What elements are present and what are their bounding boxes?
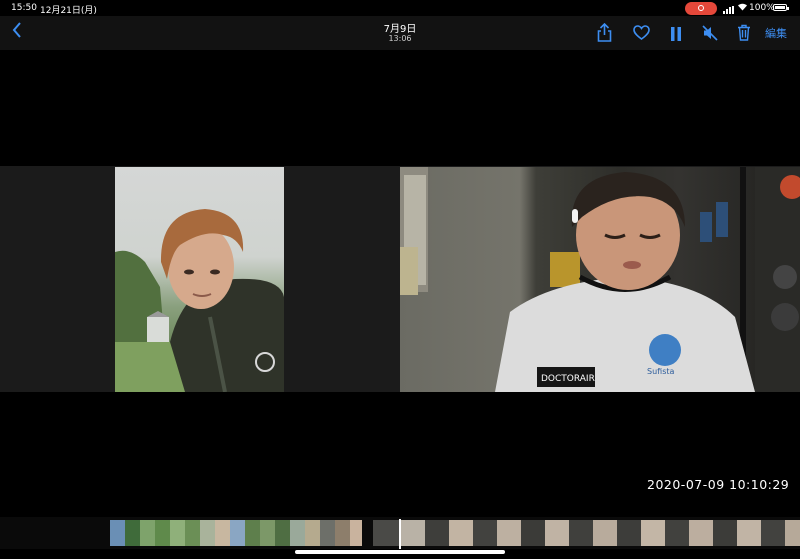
thumbnail[interactable] xyxy=(761,520,785,546)
thumbnail[interactable] xyxy=(593,520,617,546)
thumbnail[interactable] xyxy=(125,520,140,546)
share-icon xyxy=(597,22,612,42)
thumbnail[interactable] xyxy=(497,520,521,546)
page-title: 7月9日 xyxy=(383,24,417,35)
thumbnail[interactable] xyxy=(617,520,641,546)
mute-icon xyxy=(702,25,718,41)
pause-icon xyxy=(671,27,681,41)
thumbnail[interactable] xyxy=(737,520,761,546)
thumbnail[interactable] xyxy=(230,520,245,546)
thumbnail[interactable] xyxy=(401,520,425,546)
mute-button[interactable] xyxy=(702,25,718,45)
screen-recording-indicator[interactable] xyxy=(685,2,717,15)
page-subtitle: 13:06 xyxy=(388,34,412,43)
thumbnail[interactable] xyxy=(335,520,350,546)
thumbnail[interactable] xyxy=(425,520,449,546)
thumbnail[interactable] xyxy=(200,520,215,546)
shirt-badge-text: Sufista xyxy=(647,367,674,376)
chevron-left-icon xyxy=(12,22,21,38)
delete-button[interactable] xyxy=(737,24,751,45)
thumbnail[interactable] xyxy=(641,520,665,546)
thumbnail[interactable] xyxy=(245,520,260,546)
thumbnail[interactable] xyxy=(545,520,569,546)
scrubber-playhead[interactable] xyxy=(399,519,401,549)
share-button[interactable] xyxy=(597,22,612,46)
heart-icon xyxy=(633,25,650,40)
status-time: 15:50 xyxy=(11,3,37,13)
thumbnail[interactable] xyxy=(170,520,185,546)
thumbnail[interactable] xyxy=(185,520,200,546)
shirt-logo-text: DOCTORAIR xyxy=(541,374,595,384)
nav-bar: 7月9日 13:06 編集 xyxy=(0,16,800,50)
thumbnail[interactable] xyxy=(473,520,497,546)
battery-icon xyxy=(773,4,789,11)
thumbnail[interactable] xyxy=(140,520,155,546)
video-call-left-feed xyxy=(115,167,284,392)
thumbnail[interactable] xyxy=(350,520,362,546)
trash-icon xyxy=(738,24,750,41)
thumbnail[interactable] xyxy=(713,520,737,546)
filmstrip-scrubber[interactable] xyxy=(0,517,800,549)
video-timestamp: 2020-07-09 10:10:29 xyxy=(647,477,790,492)
thumbnail[interactable] xyxy=(155,520,170,546)
thumbnail[interactable] xyxy=(449,520,473,546)
thumbnail[interactable] xyxy=(785,520,800,546)
wifi-icon xyxy=(737,2,748,14)
thumbnail[interactable] xyxy=(665,520,689,546)
thumbnail[interactable] xyxy=(275,520,290,546)
home-indicator[interactable] xyxy=(295,550,505,554)
thumbnail[interactable] xyxy=(215,520,230,546)
back-button[interactable] xyxy=(12,22,22,43)
record-icon xyxy=(698,5,704,11)
thumbnail[interactable] xyxy=(290,520,305,546)
status-date: 12月21日(月) xyxy=(40,6,97,16)
thumbnail[interactable] xyxy=(260,520,275,546)
video-call-right-feed: DOCTORAIR Sufista xyxy=(400,167,800,392)
thumbnail[interactable] xyxy=(110,520,125,546)
person-left-image xyxy=(115,209,284,392)
status-bar: 15:50 12月21日(月) 100% xyxy=(0,0,800,16)
signal-icon xyxy=(723,4,735,14)
battery-percent: 100% xyxy=(749,3,775,13)
edit-button[interactable]: 編集 xyxy=(765,25,787,41)
thumbnail[interactable] xyxy=(689,520,713,546)
thumbnail[interactable] xyxy=(305,520,320,546)
thumbnail[interactable] xyxy=(569,520,593,546)
favorite-button[interactable] xyxy=(633,25,650,44)
pause-button[interactable] xyxy=(670,26,682,45)
thumbnail[interactable] xyxy=(373,520,399,546)
thumbnail[interactable] xyxy=(521,520,545,546)
person-right-image: DOCTORAIR Sufista xyxy=(400,167,800,392)
thumbnail[interactable] xyxy=(320,520,335,546)
